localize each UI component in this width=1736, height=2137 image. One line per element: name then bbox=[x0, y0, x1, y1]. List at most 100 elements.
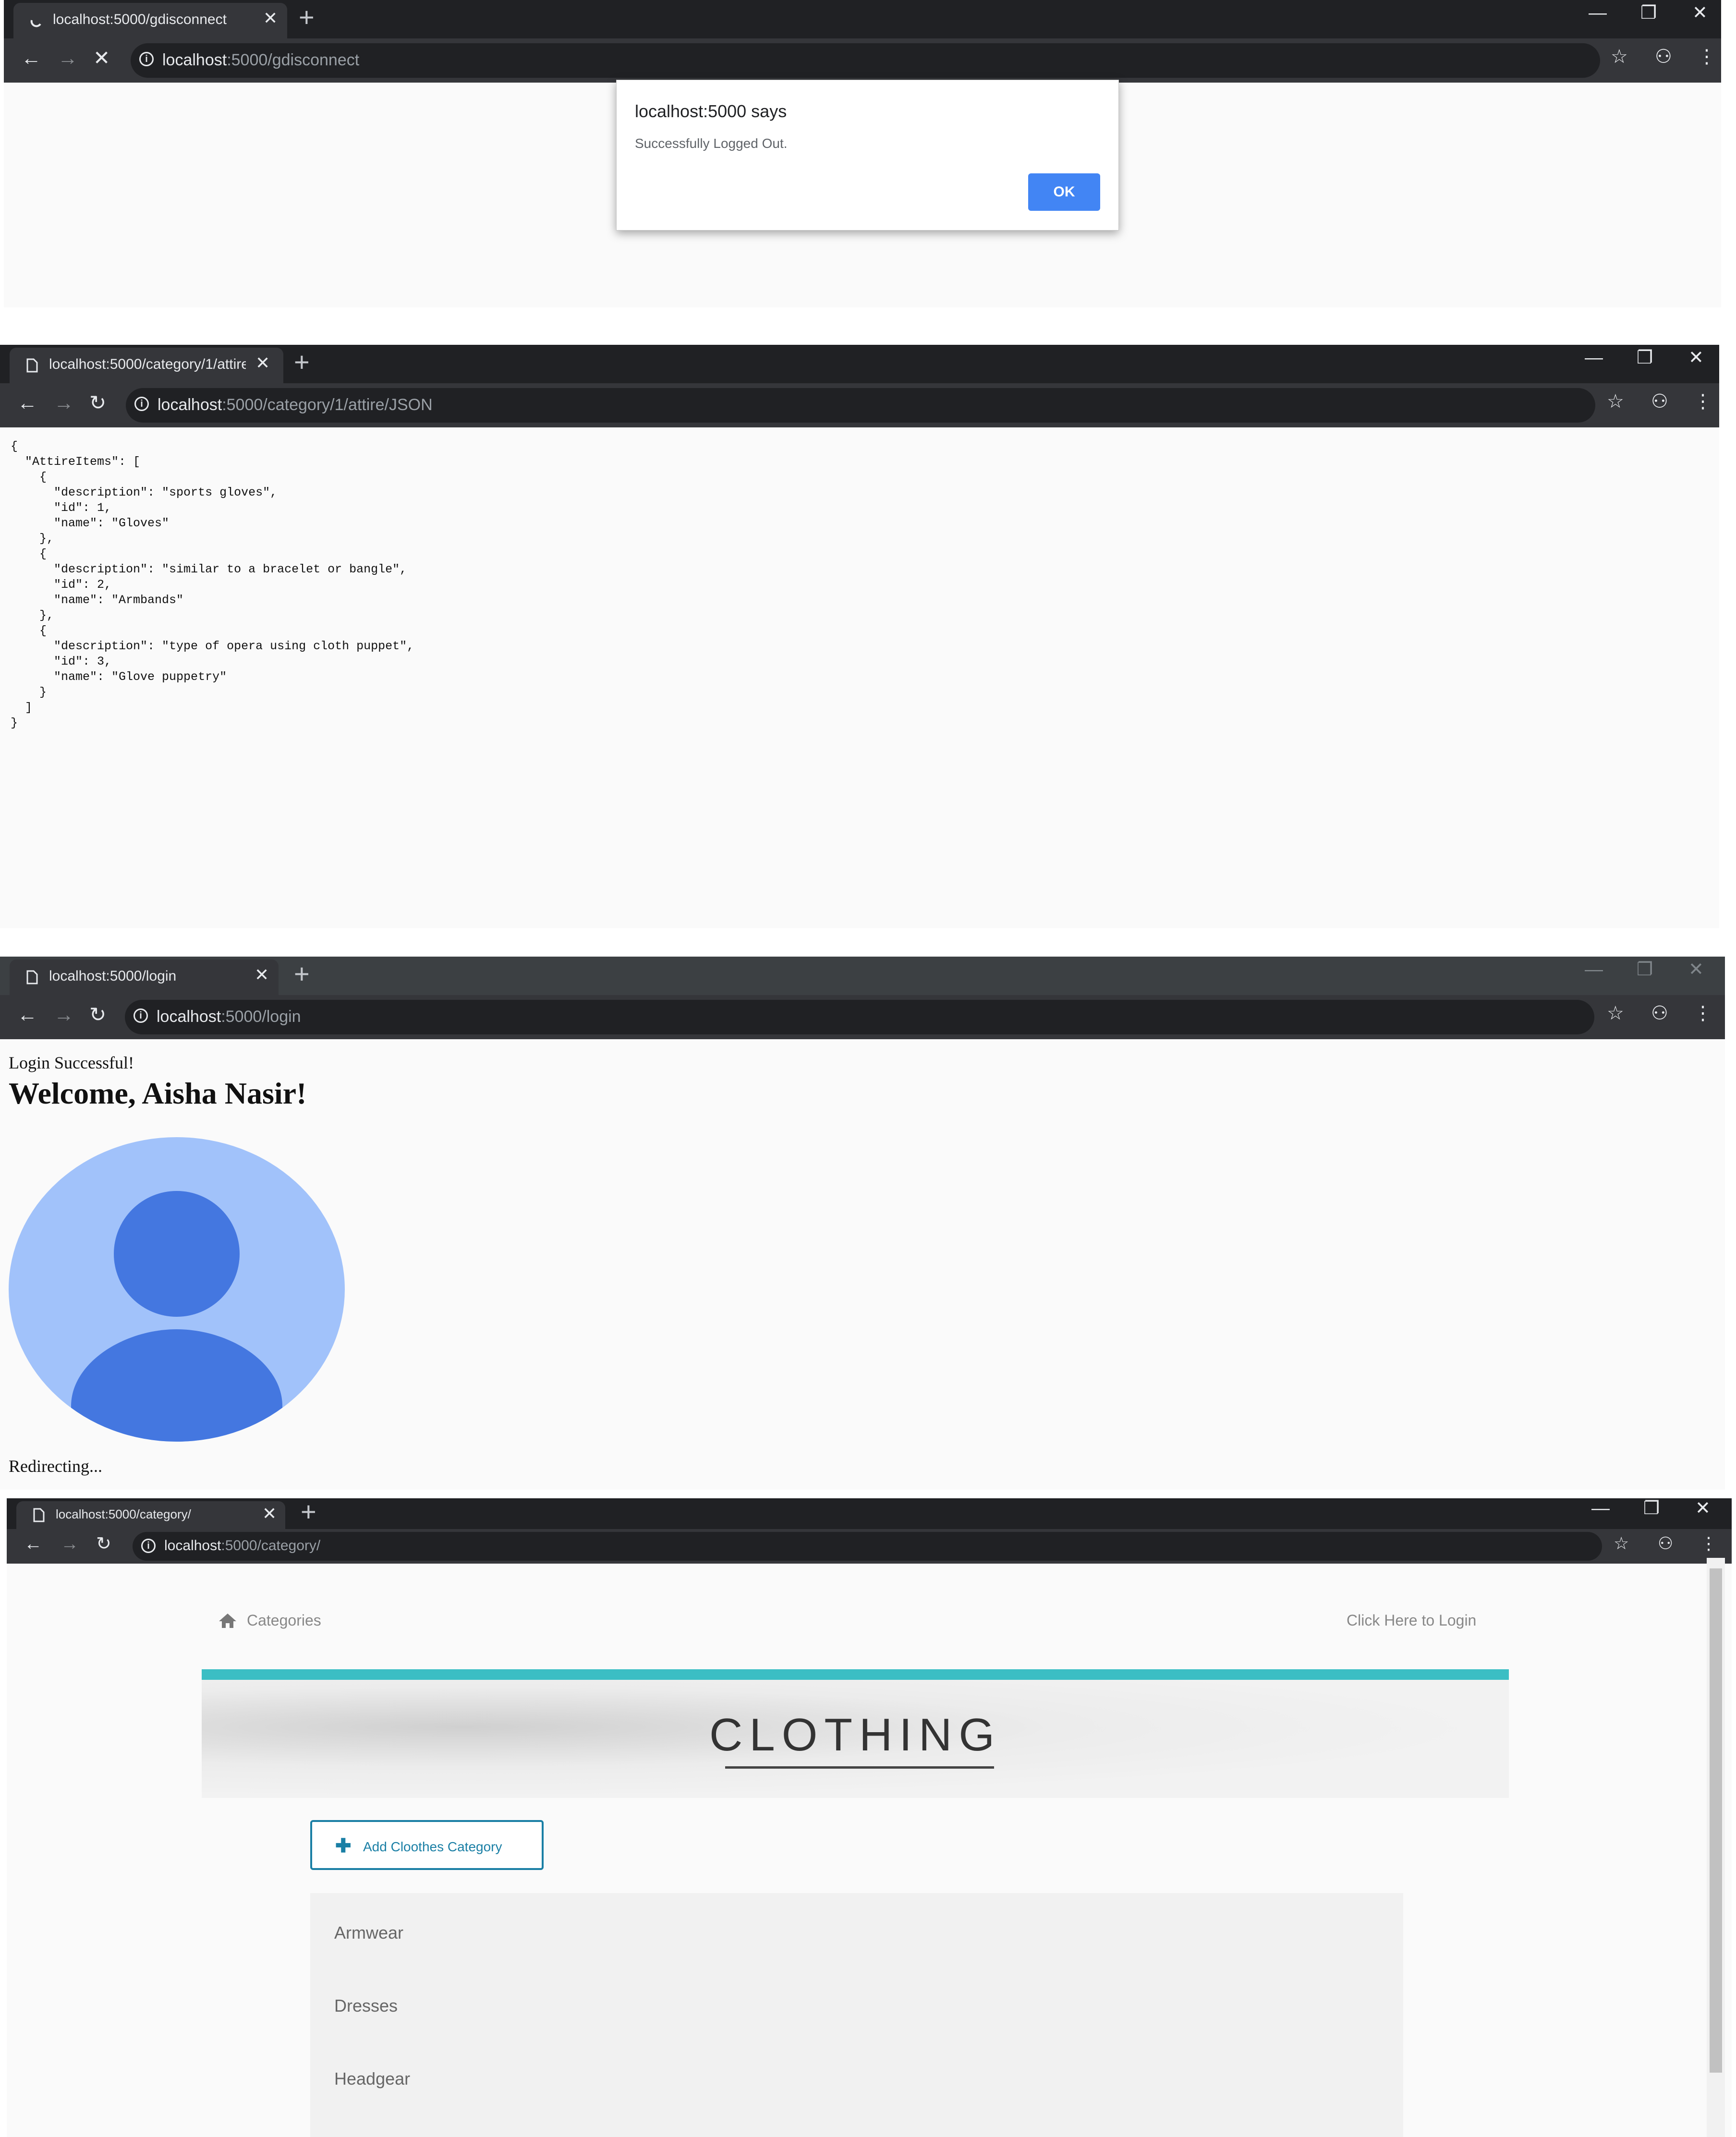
browser-window-json: localhost:5000/category/1/attire/ ✕ + — … bbox=[0, 345, 1719, 928]
browser-tab[interactable]: localhost:5000/gdisconnect ✕ bbox=[13, 3, 287, 38]
banner-accent-bar bbox=[202, 1669, 1509, 1680]
category-item-headgear[interactable]: Headgear bbox=[334, 2069, 410, 2089]
browser-toolbar: ← → ↻ i localhost:5000/category/ ☆ ⚇ ⋮ bbox=[7, 1529, 1732, 1564]
incognito-icon[interactable]: ⚇ bbox=[1655, 47, 1672, 66]
info-icon[interactable]: i bbox=[134, 397, 149, 411]
minimize-icon[interactable]: — bbox=[1585, 349, 1603, 367]
close-tab-icon[interactable]: ✕ bbox=[255, 966, 269, 984]
reload-icon[interactable]: ↻ bbox=[96, 1535, 111, 1553]
tab-strip: localhost:5000/category/ ✕ + — ❐ ✕ bbox=[7, 1498, 1732, 1529]
reload-icon[interactable]: ↻ bbox=[89, 1005, 106, 1025]
restore-icon[interactable]: ❐ bbox=[1640, 4, 1657, 22]
new-tab-icon[interactable]: + bbox=[299, 4, 315, 31]
tab-strip: localhost:5000/category/1/attire/ ✕ + — … bbox=[0, 345, 1719, 383]
vertical-scrollbar[interactable] bbox=[1707, 1558, 1725, 2137]
category-list: Armwear Dresses Headgear bbox=[310, 1893, 1403, 2137]
incognito-icon[interactable]: ⚇ bbox=[1658, 1535, 1673, 1552]
tab-title: localhost:5000/gdisconnect bbox=[53, 12, 227, 27]
forward-icon[interactable]: → bbox=[54, 393, 74, 413]
menu-icon[interactable]: ⋮ bbox=[1697, 47, 1716, 66]
ok-button[interactable]: OK bbox=[1028, 173, 1100, 211]
url-text: localhost:5000/gdisconnect bbox=[162, 51, 360, 69]
close-window-icon[interactable]: ✕ bbox=[1695, 1499, 1711, 1518]
minimize-icon[interactable]: — bbox=[1589, 4, 1607, 22]
home-icon[interactable] bbox=[218, 1613, 237, 1629]
add-category-button[interactable]: ✚ Add Cloothes Category bbox=[310, 1820, 544, 1870]
info-icon[interactable]: i bbox=[139, 52, 154, 66]
close-tab-icon[interactable]: ✕ bbox=[263, 10, 278, 27]
forward-icon[interactable]: → bbox=[58, 48, 78, 68]
restore-icon[interactable]: ❐ bbox=[1637, 960, 1653, 979]
dialog-title: localhost:5000 says bbox=[635, 101, 787, 121]
banner-underline bbox=[725, 1766, 994, 1769]
json-body: { "AttireItems": [ { "description": "spo… bbox=[11, 439, 414, 730]
incognito-icon[interactable]: ⚇ bbox=[1651, 392, 1668, 411]
clothing-banner: CLOTHING bbox=[202, 1680, 1509, 1798]
stop-loading-icon[interactable]: ✕ bbox=[93, 48, 110, 68]
plus-icon: ✚ bbox=[335, 1835, 352, 1857]
bookmark-star-icon[interactable]: ☆ bbox=[1607, 392, 1624, 411]
redirect-text: Redirecting... bbox=[9, 1457, 102, 1476]
incognito-icon[interactable]: ⚇ bbox=[1651, 1004, 1668, 1023]
menu-icon[interactable]: ⋮ bbox=[1700, 1535, 1717, 1552]
close-tab-icon[interactable]: ✕ bbox=[255, 354, 270, 372]
browser-toolbar: ← → ✕ i localhost:5000/gdisconnect ☆ ⚇ ⋮ bbox=[4, 38, 1721, 83]
new-tab-icon[interactable]: + bbox=[294, 960, 310, 987]
forward-icon[interactable]: → bbox=[54, 1005, 74, 1025]
back-icon[interactable]: ← bbox=[24, 1535, 42, 1553]
url-text: localhost:5000/login bbox=[157, 1008, 301, 1026]
address-bar[interactable]: i localhost:5000/login bbox=[125, 1000, 1594, 1034]
tab-title: localhost:5000/category/ bbox=[56, 1507, 191, 1521]
welcome-heading: Welcome, Aisha Nasir! bbox=[9, 1076, 307, 1110]
new-tab-icon[interactable]: + bbox=[301, 1498, 316, 1525]
category-item-dresses[interactable]: Dresses bbox=[334, 1996, 398, 2016]
address-bar[interactable]: i localhost:5000/category/ bbox=[133, 1532, 1602, 1561]
browser-tab[interactable]: localhost:5000/category/ ✕ bbox=[16, 1501, 285, 1529]
forward-icon[interactable]: → bbox=[61, 1535, 79, 1553]
document-icon bbox=[26, 970, 38, 984]
browser-tab[interactable]: localhost:5000/category/1/attire/ ✕ bbox=[10, 348, 283, 383]
close-window-icon[interactable]: ✕ bbox=[1688, 960, 1704, 979]
scrollbar-thumb[interactable] bbox=[1710, 1568, 1722, 2073]
info-icon[interactable]: i bbox=[134, 1008, 148, 1023]
category-item-armwear[interactable]: Armwear bbox=[334, 1923, 403, 1943]
tab-title: localhost:5000/login bbox=[49, 968, 177, 984]
close-window-icon[interactable]: ✕ bbox=[1692, 4, 1708, 22]
nav-categories-link[interactable]: Categories bbox=[247, 1612, 321, 1629]
back-icon[interactable]: ← bbox=[17, 393, 37, 413]
close-tab-icon[interactable]: ✕ bbox=[262, 1505, 277, 1522]
minimize-icon[interactable]: — bbox=[1591, 1499, 1610, 1518]
browser-window-login: localhost:5000/login ✕ + — ❐ ✕ ← → ↻ i l… bbox=[0, 957, 1725, 1490]
url-text: localhost:5000/category/ bbox=[164, 1538, 321, 1554]
tab-strip: localhost:5000/login ✕ + — ❐ ✕ bbox=[0, 957, 1725, 995]
menu-icon[interactable]: ⋮ bbox=[1693, 392, 1712, 411]
address-bar[interactable]: i localhost:5000/category/1/attire/JSON bbox=[126, 388, 1595, 423]
browser-window-categories: localhost:5000/category/ ✕ + — ❐ ✕ ← → ↻… bbox=[7, 1498, 1732, 2137]
close-window-icon[interactable]: ✕ bbox=[1688, 349, 1704, 367]
loading-spinner-icon bbox=[30, 20, 41, 27]
url-text: localhost:5000/category/1/attire/JSON bbox=[158, 396, 433, 414]
banner-title: CLOTHING bbox=[709, 1709, 1002, 1761]
browser-tab[interactable]: localhost:5000/login ✕ bbox=[10, 959, 279, 995]
login-link[interactable]: Click Here to Login bbox=[1347, 1612, 1476, 1629]
new-tab-icon[interactable]: + bbox=[294, 349, 310, 376]
minimize-icon[interactable]: — bbox=[1585, 960, 1603, 979]
address-bar[interactable]: i localhost:5000/gdisconnect bbox=[131, 43, 1600, 78]
info-icon[interactable]: i bbox=[141, 1539, 156, 1553]
browser-toolbar: ← → ↻ i localhost:5000/category/1/attire… bbox=[0, 383, 1719, 427]
tab-title: localhost:5000/category/1/attire/ bbox=[49, 356, 246, 372]
restore-icon[interactable]: ❐ bbox=[1637, 349, 1653, 367]
browser-window-logout: localhost:5000/gdisconnect ✕ + — ❐ ✕ ← →… bbox=[4, 0, 1721, 307]
browser-toolbar: ← → ↻ i localhost:5000/login ☆ ⚇ ⋮ bbox=[0, 995, 1725, 1039]
back-icon[interactable]: ← bbox=[21, 48, 41, 68]
bookmark-star-icon[interactable]: ☆ bbox=[1607, 1004, 1624, 1023]
login-status-text: Login Successful! bbox=[9, 1053, 134, 1072]
menu-icon[interactable]: ⋮ bbox=[1693, 1004, 1712, 1023]
reload-icon[interactable]: ↻ bbox=[89, 393, 106, 413]
restore-icon[interactable]: ❐ bbox=[1643, 1499, 1660, 1518]
dialog-message: Successfully Logged Out. bbox=[635, 136, 788, 151]
back-icon[interactable]: ← bbox=[17, 1005, 37, 1025]
bookmark-star-icon[interactable]: ☆ bbox=[1611, 47, 1628, 66]
document-icon bbox=[33, 1508, 45, 1522]
bookmark-star-icon[interactable]: ☆ bbox=[1614, 1535, 1629, 1552]
